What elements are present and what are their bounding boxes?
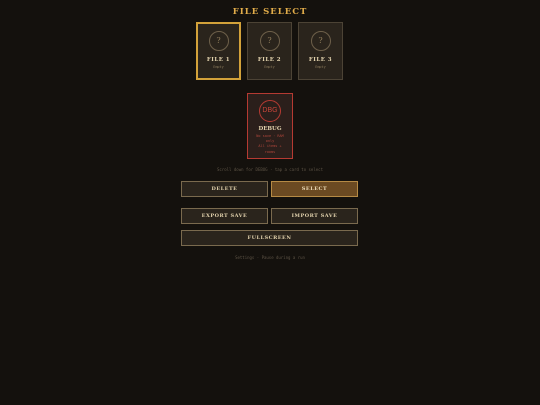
question-icon: ? [310, 31, 331, 51]
debug-slot-name: DEBUG [258, 126, 282, 132]
export-save-button[interactable]: EXPORT SAVE [181, 208, 268, 224]
question-icon: ? [208, 31, 229, 51]
debug-badge-icon: DBG [259, 100, 281, 122]
scroll-hint: Scroll down for DEBUG · tap a card to se… [217, 167, 323, 172]
fullscreen-button[interactable]: FULLSCREEN [181, 230, 358, 246]
slot-name: FILE 3 [308, 57, 333, 63]
select-button[interactable]: SELECT [271, 181, 358, 197]
debug-slot-description: No save · RAM only All items + rooms [256, 134, 284, 154]
settings-hint: Settings · Pause during a run [235, 255, 305, 260]
delete-button[interactable]: DELETE [181, 181, 268, 197]
debug-slot[interactable]: DBG DEBUG No save · RAM only All items +… [247, 93, 293, 159]
slot-status: Empty [264, 65, 275, 69]
slot-name: FILE 2 [257, 57, 282, 63]
save-slot-1[interactable]: ? FILE 1 Empty [196, 22, 241, 80]
page-title: FILE SELECT [232, 7, 308, 17]
slot-status: Empty [213, 65, 224, 69]
save-slot-2[interactable]: ? FILE 2 Empty [247, 22, 292, 80]
question-icon: ? [259, 31, 280, 51]
slot-status: Empty [315, 65, 326, 69]
slot-name: FILE 1 [206, 57, 231, 63]
save-slot-3[interactable]: ? FILE 3 Empty [298, 22, 343, 80]
import-save-button[interactable]: IMPORT SAVE [271, 208, 358, 224]
